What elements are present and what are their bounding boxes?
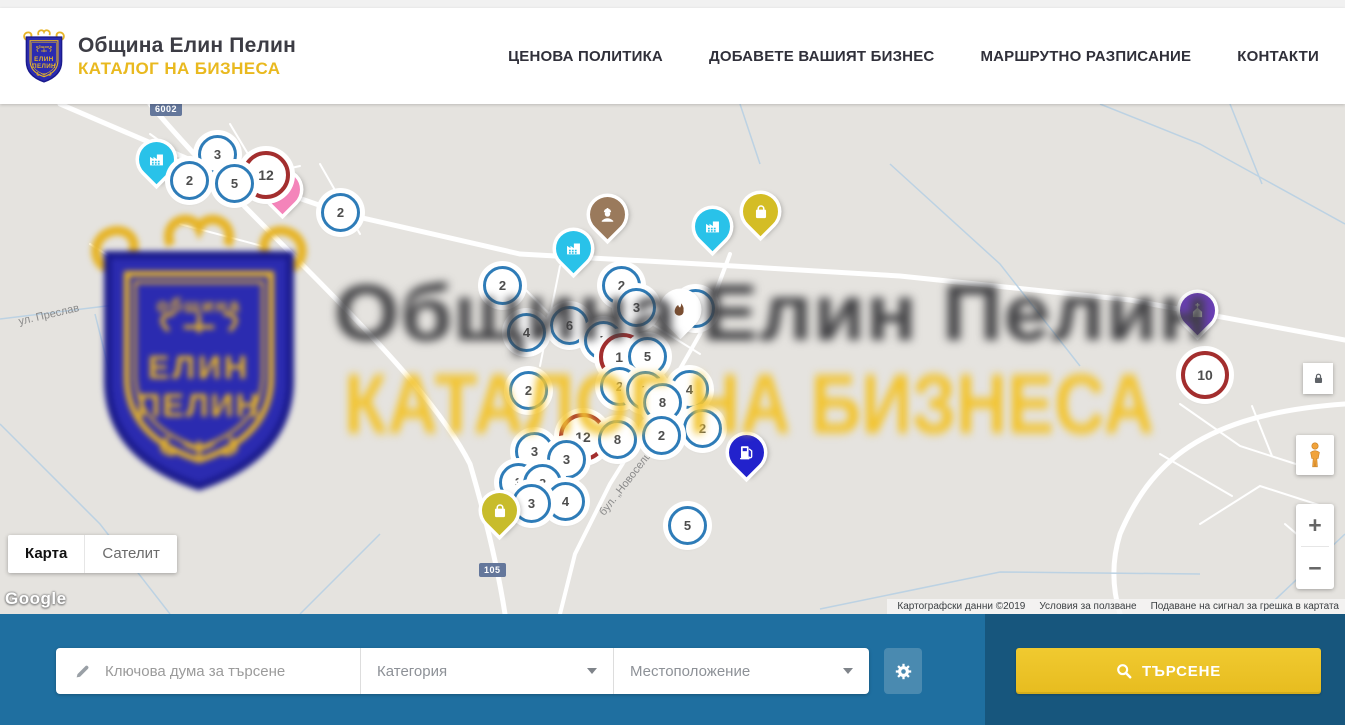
map-pin-shopping-bag[interactable] [475, 486, 524, 535]
municipality-crest-icon [22, 29, 66, 84]
keyword-search-input[interactable] [103, 662, 360, 681]
map-canvas[interactable]: 6002 105 ул. Преслав бул. „Новоселци“ 32… [0, 104, 1345, 614]
fuel-pump-icon [729, 435, 764, 470]
site-title: Община Елин Пелин [78, 34, 296, 58]
church-icon [1180, 293, 1215, 328]
map-pin-shopping-bag[interactable] [736, 187, 785, 236]
map-cluster-marker[interactable]: 4 [507, 313, 546, 352]
map-copyright: Картографски данни ©2019 [897, 601, 1025, 612]
header: Община Елин Пелин КАТАЛОГ НА БИЗНЕСА ЦЕН… [0, 8, 1345, 104]
map-cluster-marker[interactable]: 2 [642, 416, 681, 455]
map-type-satellite-button[interactable]: Сателит [84, 535, 177, 573]
map-cluster-marker[interactable]: 2 [483, 266, 522, 305]
page: Община Елин Пелин КАТАЛОГ НА БИЗНЕСА ЦЕН… [0, 0, 1345, 725]
markers-layer: 32512222356471252274812822333834510 [0, 104, 1345, 614]
map-pin-church[interactable] [1173, 286, 1222, 335]
map-pin-flame[interactable] [656, 285, 705, 334]
map-cluster-marker[interactable]: 2 [509, 371, 548, 410]
map-cluster-marker[interactable]: 8 [598, 420, 637, 459]
shopping-bag-icon [743, 194, 778, 229]
advanced-search-button[interactable] [884, 648, 922, 694]
nav-contacts[interactable]: КОНТАКТИ [1237, 48, 1319, 65]
chevron-down-icon [587, 668, 597, 674]
gear-icon [893, 661, 914, 682]
location-select[interactable]: Местоположение [613, 648, 869, 694]
zoom-control: + − [1296, 504, 1334, 589]
map-cluster-marker[interactable]: 5 [668, 506, 707, 545]
site-logo[interactable]: Община Елин Пелин КАТАЛОГ НА БИЗНЕСА [22, 29, 296, 84]
search-bar: Категория Местоположение [0, 614, 1345, 725]
google-logo[interactable]: Google [5, 589, 67, 609]
map-pin-factory[interactable] [549, 224, 598, 273]
nav-route-schedule[interactable]: МАРШРУТНО РАЗПИСАНИЕ [980, 48, 1191, 65]
pencil-icon [74, 663, 91, 680]
chevron-down-icon [843, 668, 853, 674]
nav-add-your-business[interactable]: ДОБАВЕТЕ ВАШИЯТ БИЗНЕС [709, 48, 934, 65]
main-nav: ЦЕНОВА ПОЛИТИКА ДОБАВЕТЕ ВАШИЯТ БИЗНЕС М… [508, 48, 1319, 65]
map-cluster-marker[interactable]: 3 [617, 288, 656, 327]
map-pin-factory[interactable] [688, 202, 737, 251]
map-cluster-marker[interactable]: 5 [215, 164, 254, 203]
category-select[interactable]: Категория [360, 648, 613, 694]
location-select-value: Местоположение [630, 663, 750, 680]
map-cluster-marker[interactable]: 2 [170, 161, 209, 200]
search-button[interactable]: ТЪРСЕНЕ [1016, 648, 1321, 694]
map-cluster-marker[interactable]: 10 [1181, 351, 1229, 399]
flame-icon [663, 292, 698, 327]
map-cluster-marker[interactable]: 2 [321, 193, 360, 232]
map-cluster-marker[interactable]: 3 [512, 484, 551, 523]
map-cluster-marker[interactable]: 4 [546, 482, 585, 521]
worker-icon [590, 197, 625, 232]
nav-pricing-policy[interactable]: ЦЕНОВА ПОЛИТИКА [508, 48, 663, 65]
lock-icon [1312, 372, 1325, 385]
map-attribution: Картографски данни ©2019 Условия за полз… [887, 599, 1345, 614]
pegman-icon [1306, 442, 1324, 468]
map-cluster-marker[interactable]: 2 [683, 409, 722, 448]
report-error-link[interactable]: Подаване на сигнал за грешка в картата [1151, 601, 1339, 612]
category-select-value: Категория [377, 663, 447, 680]
zoom-in-button[interactable]: + [1296, 504, 1334, 546]
factory-icon [695, 209, 730, 244]
search-fields-group: Категория Местоположение [56, 648, 869, 694]
street-view-pegman[interactable] [1296, 435, 1334, 475]
map-type-control: Карта Сателит [8, 535, 177, 573]
factory-icon [139, 142, 174, 177]
top-strip [0, 0, 1345, 8]
map-pin-fuel-pump[interactable] [722, 428, 771, 477]
map-type-map-button[interactable]: Карта [8, 535, 84, 573]
factory-icon [556, 231, 591, 266]
fullscreen-lock-button[interactable] [1303, 363, 1333, 394]
zoom-out-button[interactable]: − [1296, 547, 1334, 589]
search-icon [1116, 663, 1132, 679]
site-subtitle: КАТАЛОГ НА БИЗНЕСА [78, 59, 296, 79]
shopping-bag-icon [482, 493, 517, 528]
search-button-label: ТЪРСЕНЕ [1142, 663, 1221, 680]
terms-link[interactable]: Условия за ползване [1039, 601, 1136, 612]
keyword-field-wrap [56, 648, 360, 694]
